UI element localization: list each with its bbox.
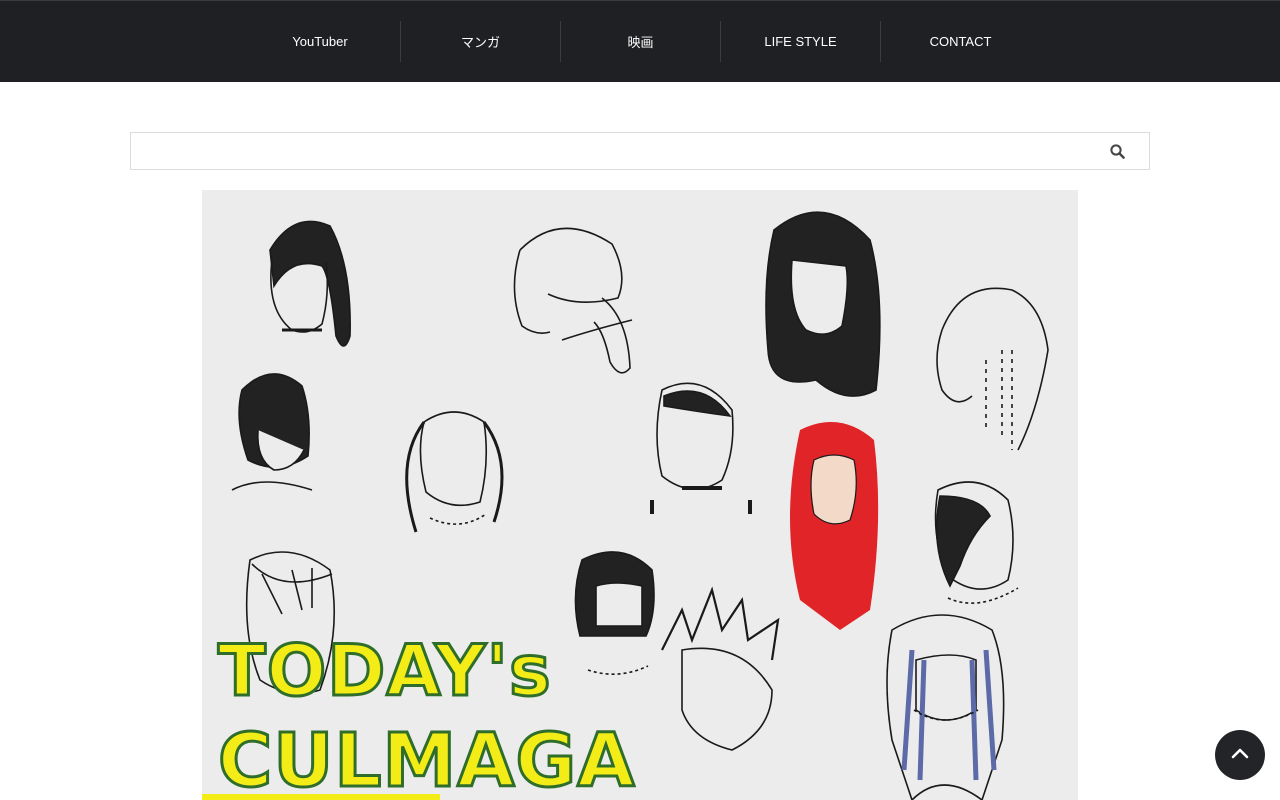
sketch-head-curly [765,211,881,397]
search-bar [130,132,1150,170]
hero-headline-line1: TODAY's [217,629,553,714]
nav-item-manga[interactable]: マンガ [400,21,560,62]
hero-headline-line2: CULMAGA [216,717,636,800]
nav-item-label: 映画 [627,35,654,50]
main-menu: YouTuber マンガ 映画 LIFE STYLE CONTACT [240,21,1040,62]
search-icon[interactable] [1109,143,1127,161]
nav-item-label: LIFE STYLE [764,34,837,49]
nav-item-label: マンガ [460,35,500,50]
nav-item-movies[interactable]: 映画 [560,21,720,62]
top-navigation: YouTuber マンガ 映画 LIFE STYLE CONTACT [0,0,1280,82]
back-to-top-button[interactable] [1215,730,1265,780]
nav-item-contact[interactable]: CONTACT [880,21,1040,62]
search-input[interactable] [131,133,1149,169]
hero-subtitle-bar [202,794,440,800]
nav-item-youtuber[interactable]: YouTuber [240,21,400,62]
nav-item-label: CONTACT [929,34,992,49]
chevron-up-icon [1230,746,1250,765]
nav-item-life-style[interactable]: LIFE STYLE [720,21,880,62]
nav-item-label: YouTuber [292,34,348,49]
sketch-head-red-hair [790,422,879,630]
hero-image[interactable]: TODAY's CULMAGA [202,190,1078,800]
